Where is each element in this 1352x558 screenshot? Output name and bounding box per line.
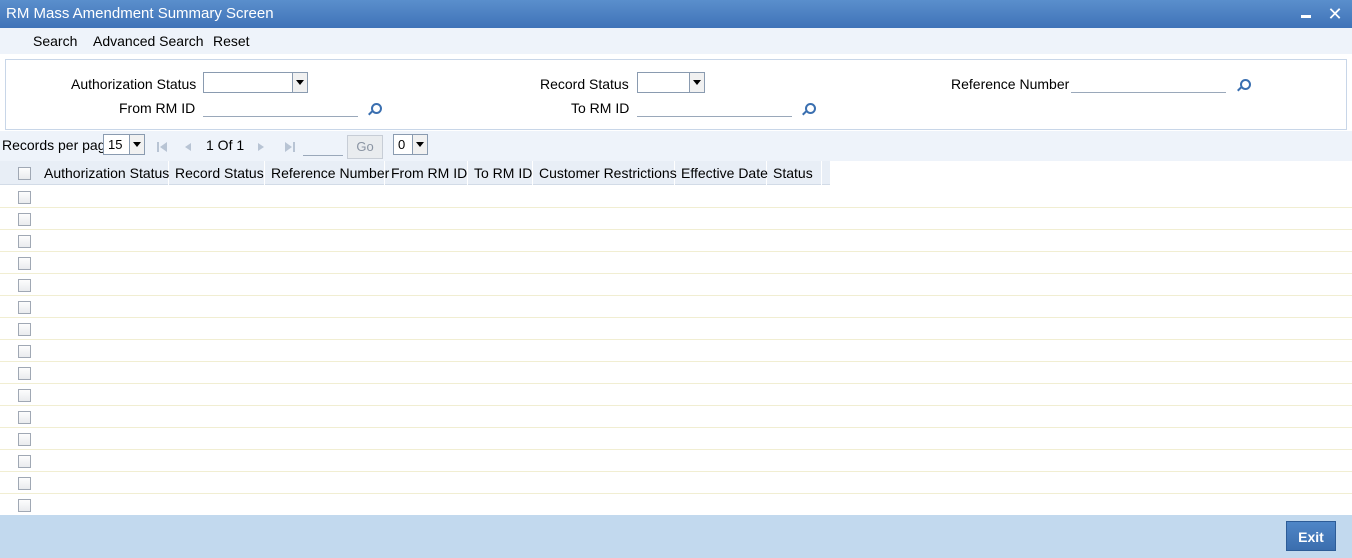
title-bar: RM Mass Amendment Summary Screen ✕ <box>0 0 1352 28</box>
row-checkbox[interactable] <box>18 455 31 468</box>
column-header[interactable]: From RM ID <box>385 161 468 185</box>
table-row[interactable] <box>0 428 1352 450</box>
table-row[interactable] <box>0 450 1352 472</box>
chevron-down-icon <box>129 135 144 154</box>
row-checkbox[interactable] <box>18 477 31 490</box>
menu-bar: Search Advanced Search Reset <box>0 28 1352 54</box>
footer-bar: Exit <box>0 515 1352 558</box>
reference-number-label: Reference Number <box>951 76 1070 92</box>
row-checkbox[interactable] <box>18 301 31 314</box>
column-header[interactable]: Record Status <box>169 161 265 185</box>
last-page-icon[interactable] <box>285 142 295 152</box>
authorization-status-label: Authorization Status <box>71 76 197 92</box>
table-row[interactable] <box>0 384 1352 406</box>
row-checkbox[interactable] <box>18 213 31 226</box>
to-rm-id-input[interactable] <box>637 97 792 117</box>
row-checkbox[interactable] <box>18 235 31 248</box>
table-row[interactable] <box>0 252 1352 274</box>
row-checkbox[interactable] <box>18 411 31 424</box>
to-rm-id-label: To RM ID <box>571 100 630 116</box>
records-per-page-label: Records per page <box>2 137 114 153</box>
table-row[interactable] <box>0 296 1352 318</box>
reference-number-input[interactable] <box>1071 73 1226 93</box>
column-header[interactable]: Status <box>767 161 822 185</box>
table-row[interactable] <box>0 362 1352 384</box>
go-button[interactable]: Go <box>347 135 383 159</box>
grid-header: Authorization Status Record Status Refer… <box>0 161 830 185</box>
goto-page-input[interactable] <box>303 136 343 156</box>
exit-button[interactable]: Exit <box>1286 521 1336 551</box>
chevron-down-icon <box>412 135 427 154</box>
table-row[interactable] <box>0 340 1352 362</box>
page-select[interactable]: 0 <box>393 134 428 155</box>
select-all-checkbox[interactable] <box>18 167 31 180</box>
pagination-bar: Records per page 15 1 Of 1 Go 0 <box>0 131 1352 161</box>
table-row[interactable] <box>0 406 1352 428</box>
row-checkbox[interactable] <box>18 279 31 292</box>
row-checkbox[interactable] <box>18 433 31 446</box>
column-header[interactable]: To RM ID <box>468 161 533 185</box>
minimize-icon[interactable] <box>1296 3 1318 25</box>
reset-menu-item[interactable]: Reset <box>213 33 250 49</box>
chevron-down-icon <box>689 73 704 92</box>
row-checkbox[interactable] <box>18 367 31 380</box>
close-icon[interactable]: ✕ <box>1324 3 1346 25</box>
column-header[interactable]: Effective Date <box>675 161 768 185</box>
table-row[interactable] <box>0 230 1352 252</box>
column-header[interactable]: Reference Number <box>265 161 389 185</box>
next-page-icon[interactable] <box>256 142 266 152</box>
previous-page-icon[interactable] <box>183 142 193 152</box>
table-row[interactable] <box>0 186 1352 208</box>
window-title: RM Mass Amendment Summary Screen <box>6 5 274 22</box>
row-checkbox[interactable] <box>18 257 31 270</box>
chevron-down-icon <box>292 73 307 92</box>
search-icon[interactable] <box>801 103 816 117</box>
record-status-label: Record Status <box>540 76 629 92</box>
row-checkbox[interactable] <box>18 389 31 402</box>
table-row[interactable] <box>0 318 1352 340</box>
search-menu-item[interactable]: Search <box>33 33 77 49</box>
table-row[interactable] <box>0 208 1352 230</box>
search-icon[interactable] <box>367 103 382 117</box>
search-icon[interactable] <box>1236 79 1251 93</box>
column-header[interactable]: Customer Restrictions <box>533 161 677 185</box>
record-status-select[interactable] <box>637 72 705 93</box>
from-rm-id-label: From RM ID <box>119 100 196 116</box>
row-checkbox[interactable] <box>18 191 31 204</box>
row-checkbox[interactable] <box>18 323 31 336</box>
column-header[interactable]: Authorization Status <box>38 161 169 185</box>
advanced-search-menu-item[interactable]: Advanced Search <box>93 33 204 49</box>
first-page-icon[interactable] <box>157 142 167 152</box>
authorization-status-select[interactable] <box>203 72 308 93</box>
table-row[interactable] <box>0 472 1352 494</box>
results-grid: Authorization Status Record Status Refer… <box>0 161 1352 515</box>
page-info: 1 Of 1 <box>206 137 245 153</box>
search-criteria-panel: Authorization Status Record Status Refer… <box>5 59 1347 130</box>
row-checkbox[interactable] <box>18 499 31 512</box>
table-row[interactable] <box>0 274 1352 296</box>
records-per-page-select[interactable]: 15 <box>103 134 145 155</box>
row-checkbox[interactable] <box>18 345 31 358</box>
table-row[interactable] <box>0 494 1352 515</box>
from-rm-id-input[interactable] <box>203 97 358 117</box>
